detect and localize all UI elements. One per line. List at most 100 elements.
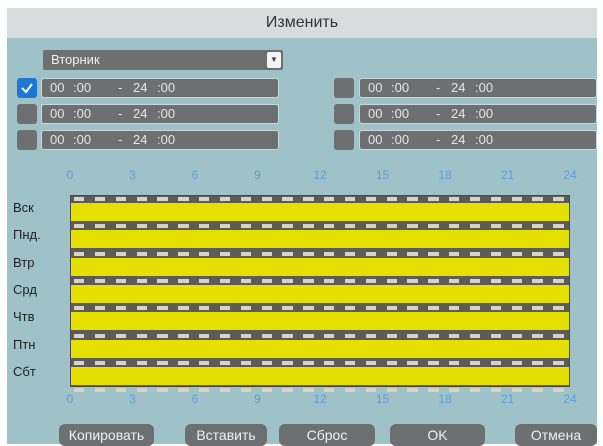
schedule-segment[interactable] bbox=[71, 339, 569, 358]
time-range-2[interactable]: 00 :00 - 24 :00 bbox=[41, 104, 279, 124]
time-range-3[interactable]: 00 :00 - 24 :00 bbox=[41, 130, 279, 150]
schedule-segment[interactable] bbox=[71, 284, 569, 303]
hour-cell-mark bbox=[449, 306, 460, 311]
hour-cell-mark bbox=[407, 224, 418, 229]
time-range-4-checkbox[interactable] bbox=[334, 78, 354, 98]
copy-button[interactable]: Копировать bbox=[59, 424, 154, 446]
hour-cell-mark bbox=[365, 197, 377, 201]
range-dash: - bbox=[436, 106, 441, 121]
schedule-row[interactable] bbox=[71, 230, 569, 249]
time-range-2-checkbox[interactable] bbox=[17, 104, 37, 124]
time-range-5[interactable]: 00 :00 - 24 :00 bbox=[359, 104, 597, 124]
hour-cell-mark bbox=[199, 197, 210, 201]
hour-cell-mark bbox=[344, 333, 356, 338]
schedule-segment[interactable] bbox=[71, 366, 569, 385]
paste-button[interactable]: Вставить bbox=[185, 424, 267, 446]
start-minute[interactable]: :00 bbox=[73, 105, 91, 123]
end-hour[interactable]: 24 bbox=[451, 79, 465, 97]
time-range-4[interactable]: 00 :00 - 24 :00 bbox=[359, 78, 597, 98]
hour-cell-mark bbox=[303, 197, 314, 201]
hour-cell-mark bbox=[407, 197, 418, 201]
hour-cell-mark bbox=[240, 306, 252, 311]
hour-cell-mark bbox=[449, 224, 460, 229]
start-hour[interactable]: 00 bbox=[50, 105, 64, 123]
schedule-segment[interactable] bbox=[71, 257, 569, 276]
schedule-segment[interactable] bbox=[71, 230, 569, 249]
start-hour[interactable]: 00 bbox=[50, 79, 64, 97]
start-minute[interactable]: :00 bbox=[73, 79, 91, 97]
end-hour[interactable]: 24 bbox=[133, 105, 147, 123]
schedule-row[interactable] bbox=[71, 203, 569, 221]
schedule-row[interactable] bbox=[71, 284, 569, 303]
chevron-down-icon[interactable]: ▼ bbox=[267, 52, 281, 68]
hour-cell-mark bbox=[490, 251, 502, 256]
end-minute[interactable]: :00 bbox=[475, 105, 493, 123]
start-minute[interactable]: :00 bbox=[391, 105, 409, 123]
time-range-3-checkbox[interactable] bbox=[17, 130, 37, 150]
start-hour[interactable]: 00 bbox=[50, 131, 64, 149]
hour-cell-mark bbox=[157, 360, 168, 365]
hour-cell-mark bbox=[511, 388, 522, 393]
hour-cell-mark bbox=[157, 306, 168, 311]
schedule-row[interactable] bbox=[71, 366, 569, 385]
time-range-6-checkbox[interactable] bbox=[334, 130, 354, 150]
hour-label: 6 bbox=[191, 392, 199, 406]
schedule-row[interactable] bbox=[71, 312, 569, 331]
schedule-row[interactable] bbox=[71, 339, 569, 358]
hour-label: 3 bbox=[129, 392, 136, 406]
start-hour[interactable]: 00 bbox=[368, 131, 382, 149]
time-range-1-checkbox[interactable] bbox=[17, 78, 37, 98]
day-select[interactable]: Вторник ▼ bbox=[43, 50, 283, 70]
start-hour[interactable]: 00 bbox=[368, 79, 382, 97]
schedule-grid[interactable] bbox=[70, 195, 570, 393]
end-minute[interactable]: :00 bbox=[475, 131, 493, 149]
hour-cell-mark bbox=[532, 224, 543, 229]
hour-label: 15 bbox=[375, 168, 390, 182]
hour-cell-mark bbox=[490, 388, 502, 393]
hour-cell-mark bbox=[324, 360, 335, 365]
hour-cell-mark bbox=[365, 224, 377, 229]
hour-cell-mark bbox=[115, 333, 127, 338]
day-label: Пнд. bbox=[13, 227, 41, 243]
start-hour[interactable]: 00 bbox=[368, 105, 382, 123]
start-minute[interactable]: :00 bbox=[391, 79, 409, 97]
end-minute[interactable]: :00 bbox=[475, 79, 493, 97]
hour-cell-mark bbox=[386, 278, 397, 283]
time-range-5-checkbox[interactable] bbox=[334, 104, 354, 124]
hour-cell-mark bbox=[157, 278, 168, 283]
end-hour[interactable]: 24 bbox=[133, 79, 147, 97]
end-hour[interactable]: 24 bbox=[133, 131, 147, 149]
day-label: Птн bbox=[13, 336, 36, 352]
hour-cell-mark bbox=[261, 306, 272, 311]
hour-label: 12 bbox=[313, 392, 327, 406]
hour-cell-mark bbox=[490, 278, 502, 283]
hour-cell-mark bbox=[303, 306, 314, 311]
end-hour[interactable]: 24 bbox=[451, 105, 465, 123]
end-minute[interactable]: :00 bbox=[157, 105, 175, 123]
time-range-6[interactable]: 00 :00 - 24 :00 bbox=[359, 130, 597, 150]
reset-button[interactable]: Сброс bbox=[279, 424, 375, 446]
hour-cell-mark bbox=[261, 333, 272, 338]
hour-cell-mark bbox=[136, 197, 147, 201]
schedule-segment[interactable] bbox=[71, 203, 569, 221]
ok-button[interactable]: OK bbox=[390, 424, 485, 446]
schedule-segment[interactable] bbox=[71, 312, 569, 331]
hour-cell-mark bbox=[94, 278, 106, 283]
cancel-button[interactable]: Отмена bbox=[515, 424, 597, 446]
end-minute[interactable]: :00 bbox=[157, 79, 175, 97]
hour-cell-mark bbox=[365, 333, 377, 338]
hour-scale-top: 0 3 6 9 12 15 18 21 24 bbox=[7, 168, 597, 184]
hour-cell-mark bbox=[219, 278, 231, 283]
start-minute[interactable]: :00 bbox=[73, 131, 91, 149]
hour-cell-mark bbox=[386, 224, 397, 229]
end-hour[interactable]: 24 bbox=[451, 131, 465, 149]
hour-cell-mark bbox=[324, 388, 335, 393]
end-minute[interactable]: :00 bbox=[157, 131, 175, 149]
hour-cell-mark bbox=[74, 251, 85, 256]
schedule-row[interactable] bbox=[71, 257, 569, 276]
hour-label: 0 bbox=[66, 168, 74, 182]
time-range-1[interactable]: 00 :00 - 24 :00 bbox=[41, 78, 279, 98]
day-select-value: Вторник bbox=[51, 52, 100, 67]
hour-cell-mark bbox=[282, 360, 293, 365]
start-minute[interactable]: :00 bbox=[391, 131, 409, 149]
